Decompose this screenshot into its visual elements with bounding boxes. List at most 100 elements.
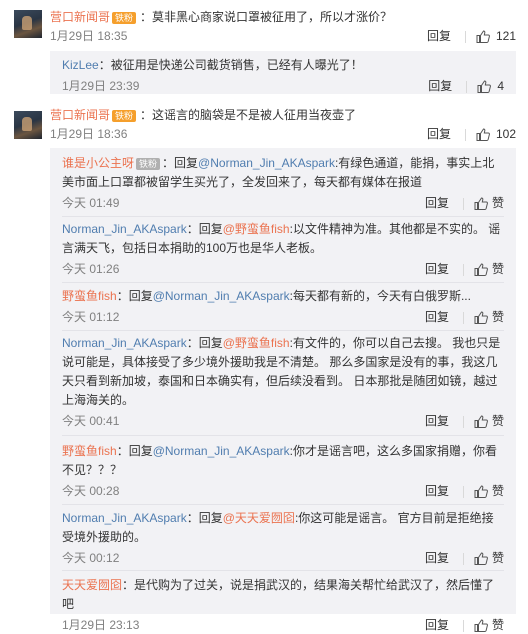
thumbs-up-icon xyxy=(474,619,488,633)
reply-author[interactable]: Norman_Jin_AKAspark xyxy=(62,511,187,525)
reply-author[interactable]: KizLee xyxy=(62,58,99,72)
thumbs-up-icon xyxy=(476,30,490,44)
comment-text: ：这谣言的脑袋是不是被人征用当夜壶了 xyxy=(140,108,357,122)
mention-link[interactable]: @Norman_Jin_AKAspark xyxy=(153,289,290,303)
thumbs-up-icon xyxy=(474,552,488,566)
like-count: 121 xyxy=(495,29,516,43)
mention-link[interactable]: @天天爱囫囵 xyxy=(223,511,295,525)
comment-body: 营口新闻哥 铁粉 ：莫非黑心商家说口罩被征用了，所以才涨价？ xyxy=(50,8,508,26)
reply-box: KizLee：被征用是快递公司截货销售，已经有人曝光了！ 1月29日 23:39… xyxy=(50,51,516,94)
comment-time: 1月29日 18:36 xyxy=(50,127,128,141)
reply-meta: 今天 00:41 回复 赞 xyxy=(62,412,504,430)
reply-author[interactable]: 谁是小公主呀 xyxy=(62,156,134,170)
reply-prefix: ：回复 xyxy=(186,511,223,525)
mention-link[interactable]: @野蛮鱼fish xyxy=(223,222,290,236)
like-button[interactable]: 4 xyxy=(477,79,504,94)
reply-item: 谁是小公主呀 铁粉 ：回复@Norman_Jin_AKAspark:有绿色通道，能捐… xyxy=(62,154,504,212)
divider xyxy=(62,216,504,217)
reply-meta: 今天 00:12 回复 赞 xyxy=(62,549,504,567)
divider xyxy=(62,570,504,571)
reply-author[interactable]: Norman_Jin_AKAspark xyxy=(62,336,187,350)
reply-time: 今天 01:26 xyxy=(62,262,120,276)
like-button[interactable]: 赞 xyxy=(474,196,504,211)
divider xyxy=(62,282,504,283)
reply-button[interactable]: 回复 xyxy=(427,127,451,141)
reply-item: KizLee：被征用是快递公司截货销售，已经有人曝光了！ 1月29日 23:39… xyxy=(62,56,504,95)
reply-item: 天天爱囫囵：是代购为了过关，说是捐武汉的，结果海关帮忙给武汉了，然后懂了吧 1月… xyxy=(62,576,504,634)
comment-meta: 1月29日 18:36 回复 102 xyxy=(50,125,516,143)
thumbs-up-icon xyxy=(474,415,488,429)
reply-item: 野蛮鱼fish：回复@Norman_Jin_AKAspark:你才是谣言吧，这么… xyxy=(62,442,504,500)
thumbs-up-icon xyxy=(477,80,492,94)
thumbs-up-icon xyxy=(474,311,488,325)
reply-button[interactable]: 回复 xyxy=(428,79,452,93)
like-label: 赞 xyxy=(491,310,504,324)
comment-author[interactable]: 营口新闻哥 xyxy=(50,10,110,24)
divider xyxy=(62,504,504,505)
reply-button[interactable]: 回复 xyxy=(425,262,449,276)
reply-time: 1月29日 23:39 xyxy=(62,79,140,93)
reply-time: 今天 00:28 xyxy=(62,484,120,498)
reply-prefix: ：回复 xyxy=(162,156,199,170)
reply-button[interactable]: 回复 xyxy=(425,484,449,498)
like-button[interactable]: 赞 xyxy=(474,484,504,499)
comment-actions: 回复 121 xyxy=(427,27,516,45)
mention-link[interactable]: @野蛮鱼fish xyxy=(223,336,290,350)
like-button[interactable]: 赞 xyxy=(474,262,504,277)
avatar[interactable] xyxy=(14,111,42,139)
like-label: 赞 xyxy=(491,618,504,632)
reply-time: 今天 01:12 xyxy=(62,310,120,324)
mention-link[interactable]: @Norman_Jin_AKAspark xyxy=(153,444,290,458)
like-count: 102 xyxy=(495,127,516,141)
like-button[interactable]: 赞 xyxy=(474,551,504,566)
reply-prefix: ：回复 xyxy=(116,444,153,458)
reply-time: 今天 00:41 xyxy=(62,414,120,428)
reply-button[interactable]: 回复 xyxy=(425,618,449,632)
reply-text: :每天都有新的，今天有白俄罗斯... xyxy=(289,289,471,303)
reply-prefix: ：回复 xyxy=(186,222,223,236)
reply-author[interactable]: 天天爱囫囵 xyxy=(62,578,122,592)
like-button[interactable]: 121 xyxy=(476,29,516,44)
reply-button[interactable]: 回复 xyxy=(425,551,449,565)
reply-meta: 今天 01:12 回复 赞 xyxy=(62,308,504,326)
reply-meta: 今天 00:28 回复 赞 xyxy=(62,482,504,500)
like-label: 赞 xyxy=(491,196,504,210)
reply-button[interactable]: 回复 xyxy=(425,310,449,324)
reply-item: Norman_Jin_AKAspark：回复@天天爱囫囵:你这可能是谣言。 官方… xyxy=(62,509,504,567)
thumbs-up-icon xyxy=(474,197,488,211)
comment-meta: 1月29日 18:35 回复 121 xyxy=(50,27,516,45)
thumbs-up-icon xyxy=(474,263,488,277)
reply-button[interactable]: 回复 xyxy=(425,414,449,428)
like-label: 赞 xyxy=(491,551,504,565)
reply-item: Norman_Jin_AKAspark：回复@野蛮鱼fish:有文件的，你可以自… xyxy=(62,334,504,430)
reply-button[interactable]: 回复 xyxy=(425,196,449,210)
like-button[interactable]: 赞 xyxy=(474,618,504,633)
fan-badge: 铁粉 xyxy=(136,157,161,170)
reply-author[interactable]: 野蛮鱼fish xyxy=(62,289,117,303)
reply-time: 今天 00:12 xyxy=(62,551,120,565)
reply-meta: 今天 01:26 回复 赞 xyxy=(62,260,504,278)
divider xyxy=(62,330,504,331)
reply-author[interactable]: 野蛮鱼fish xyxy=(62,444,117,458)
reply-time: 今天 01:49 xyxy=(62,196,120,210)
reply-item: 野蛮鱼fish：回复@Norman_Jin_AKAspark:每天都有新的，今天… xyxy=(62,287,504,326)
avatar[interactable] xyxy=(14,10,42,38)
reply-meta: 1月29日 23:13 回复 赞 xyxy=(62,616,504,634)
comment-author[interactable]: 营口新闻哥 xyxy=(50,108,110,122)
reply-prefix: ：回复 xyxy=(116,289,153,303)
comment-body: 营口新闻哥 铁粉 ：这谣言的脑袋是不是被人征用当夜壶了 xyxy=(50,106,508,124)
like-label: 赞 xyxy=(491,414,504,428)
reply-author[interactable]: Norman_Jin_AKAspark xyxy=(62,222,187,236)
thumbs-up-icon xyxy=(474,485,488,499)
reply-text: ：是代购为了过关，说是捐武汉的，结果海关帮忙给武汉了，然后懂了吧 xyxy=(62,578,495,611)
reply-button[interactable]: 回复 xyxy=(427,29,451,43)
like-button[interactable]: 102 xyxy=(476,127,516,142)
mention-link[interactable]: @Norman_Jin_AKAspark xyxy=(198,156,335,170)
fan-badge: 铁粉 xyxy=(112,11,137,24)
reply-meta: 今天 01:49 回复 赞 xyxy=(62,194,504,212)
like-count: 4 xyxy=(497,79,504,93)
reply-box: 谁是小公主呀 铁粉 ：回复@Norman_Jin_AKAspark:有绿色通道，能捐… xyxy=(50,148,516,633)
like-button[interactable]: 赞 xyxy=(474,414,504,429)
like-button[interactable]: 赞 xyxy=(474,310,504,325)
comment-text: ：莫非黑心商家说口罩被征用了，所以才涨价？ xyxy=(140,10,393,24)
